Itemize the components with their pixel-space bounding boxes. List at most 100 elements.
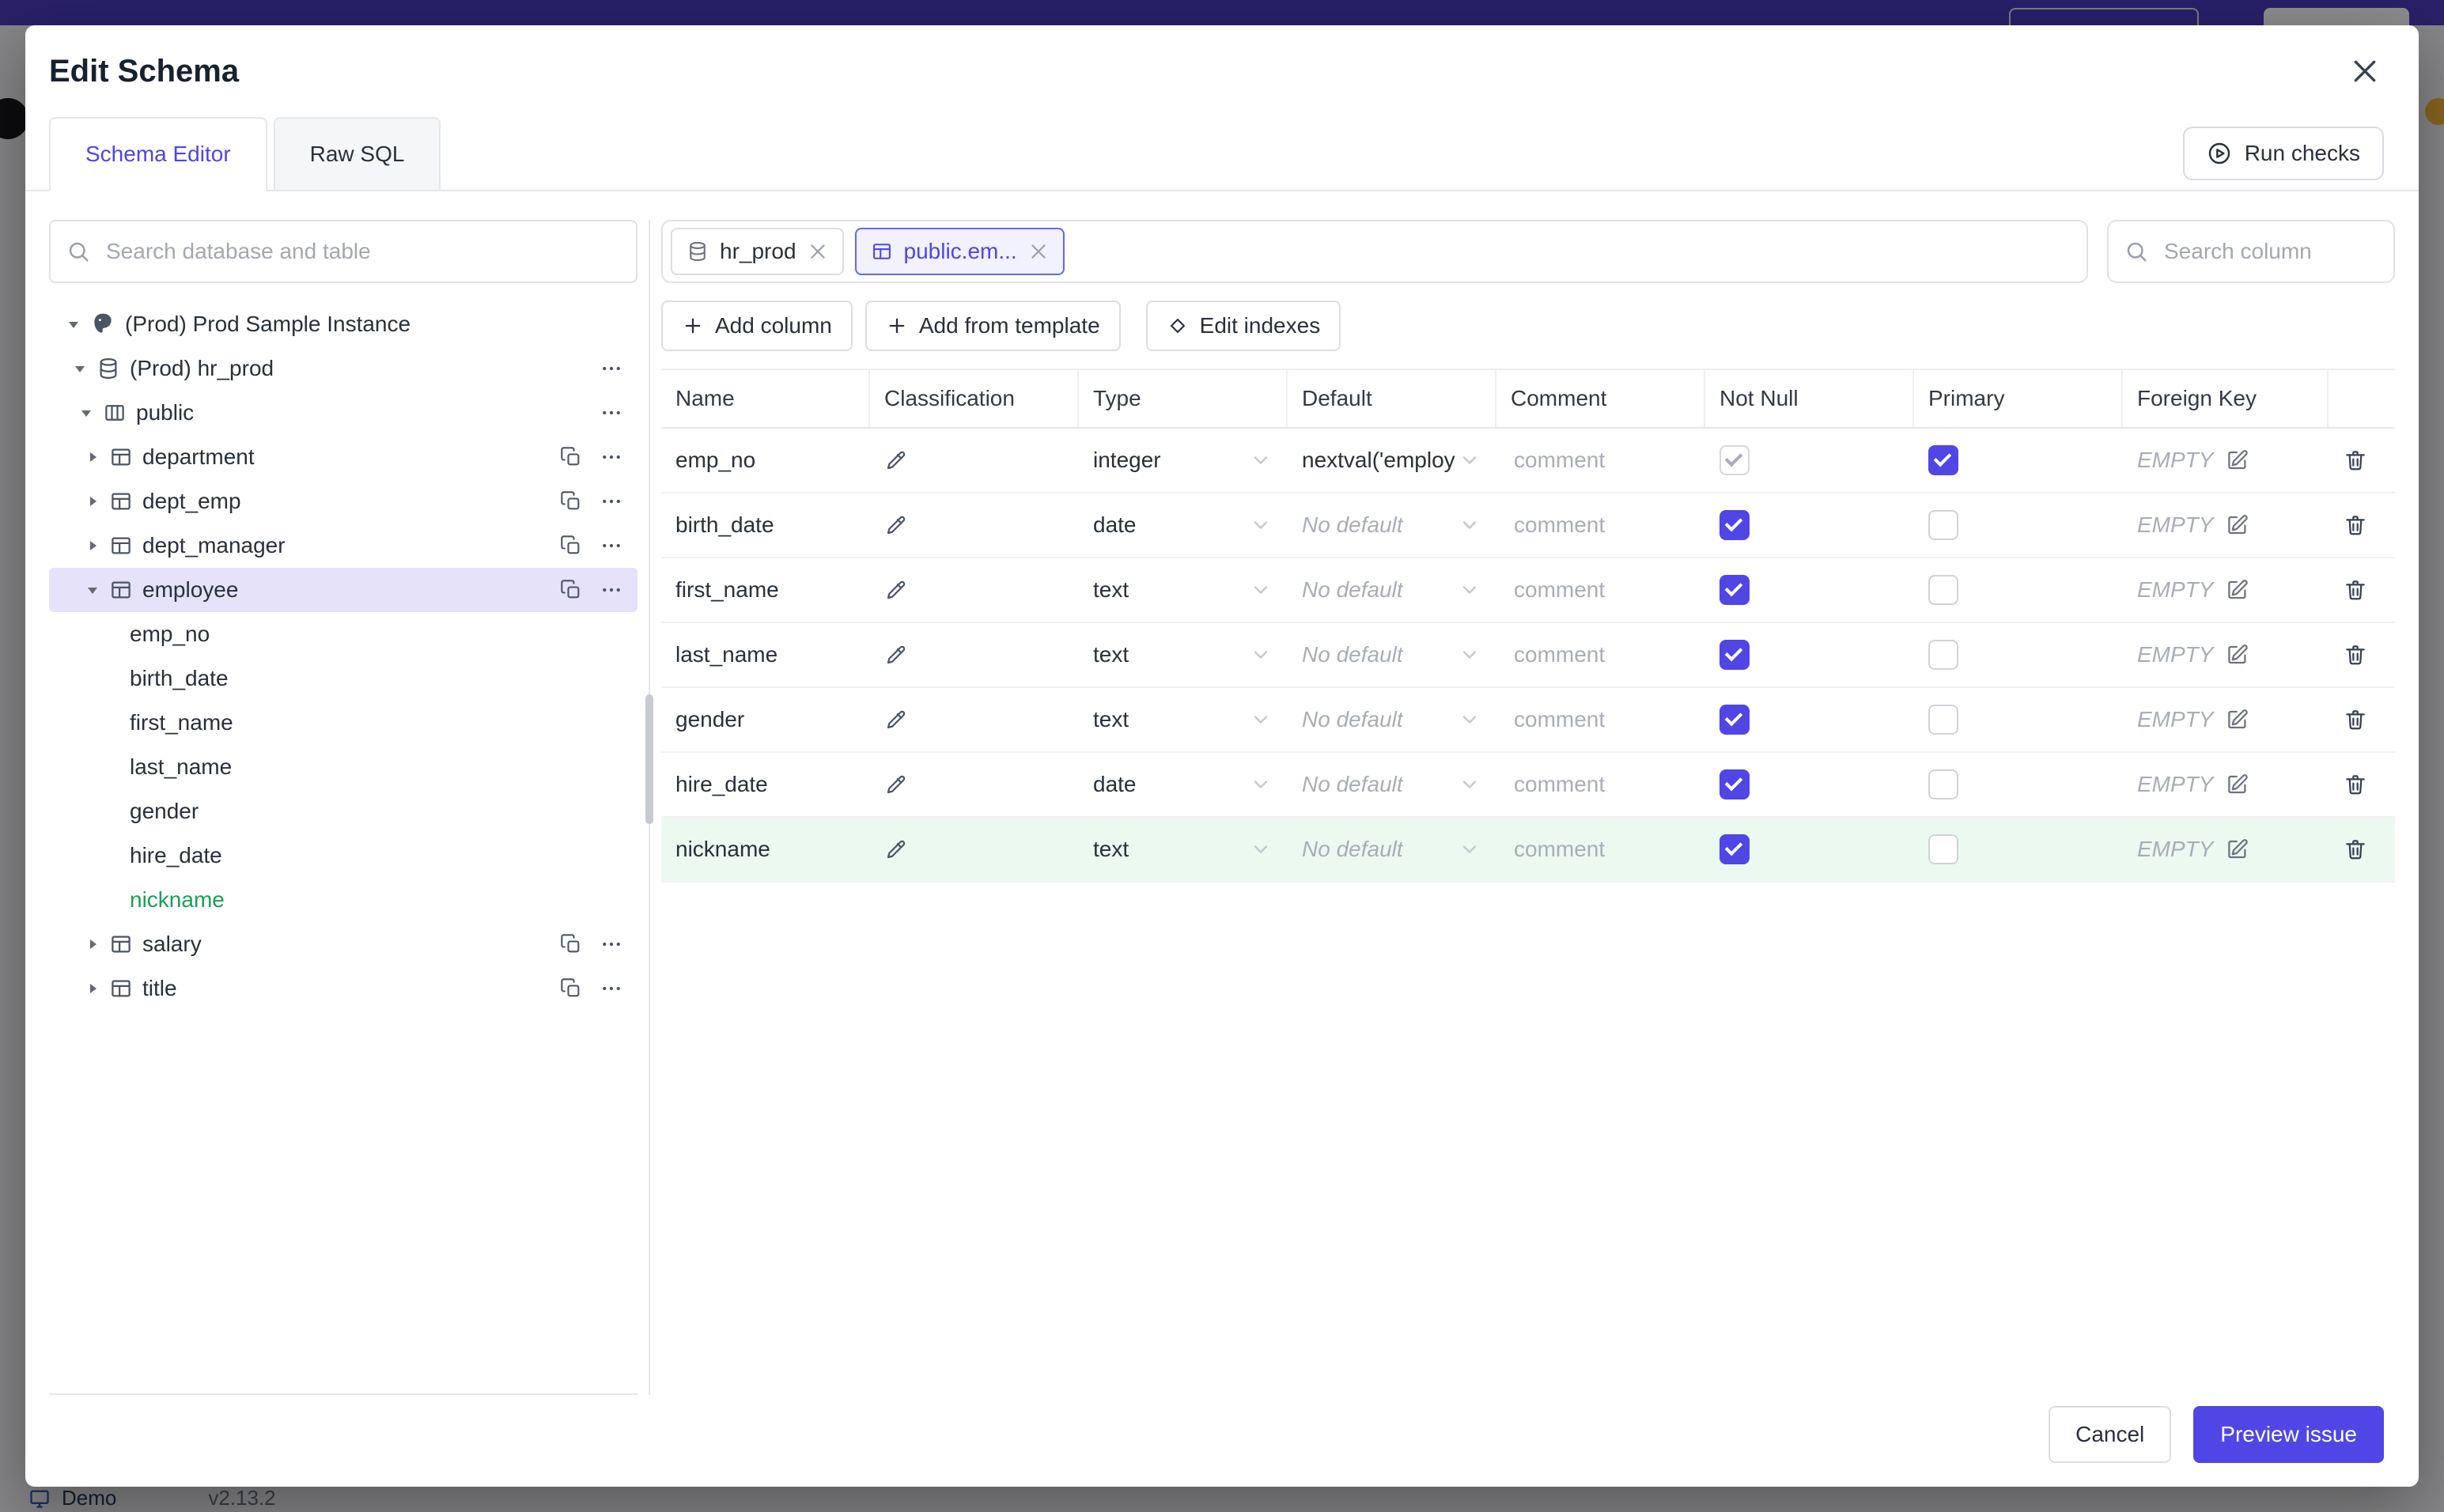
default-select[interactable]: No default (1288, 493, 1496, 557)
more-actions-icon[interactable] (600, 977, 623, 1000)
foreign-key-edit-icon[interactable] (2226, 513, 2249, 537)
copy-icon[interactable] (560, 579, 582, 601)
copy-icon[interactable] (560, 535, 582, 557)
foreign-key-edit-icon[interactable] (2226, 643, 2249, 667)
default-select[interactable]: No default (1288, 623, 1496, 686)
column-name-value[interactable]: birth_date (661, 493, 870, 557)
more-actions-icon[interactable] (600, 932, 623, 956)
comment-input[interactable] (1511, 770, 1705, 799)
caret-right-icon[interactable] (82, 536, 103, 555)
more-actions-icon[interactable] (600, 534, 623, 558)
tree-item-table-department[interactable]: department (49, 435, 637, 479)
foreign-key-edit-icon[interactable] (2226, 448, 2249, 472)
comment-input[interactable] (1511, 705, 1705, 734)
column-name-value[interactable]: nickname (661, 818, 870, 881)
classification-edit-icon[interactable] (884, 578, 908, 602)
comment-input[interactable] (1511, 446, 1705, 474)
caret-down-icon[interactable] (70, 359, 90, 378)
comment-input[interactable] (1511, 576, 1705, 604)
not-null-checkbox[interactable] (1720, 575, 1750, 605)
primary-checkbox[interactable] (1928, 834, 1958, 864)
column-name-value[interactable]: emp_no (661, 429, 870, 492)
classification-edit-icon[interactable] (884, 773, 908, 796)
tree-item-column-nickname[interactable]: nickname (49, 878, 637, 922)
classification-edit-icon[interactable] (884, 513, 908, 537)
delete-column-icon[interactable] (2343, 577, 2368, 603)
more-actions-icon[interactable] (600, 490, 623, 513)
default-select[interactable]: No default (1288, 558, 1496, 622)
primary-checkbox[interactable] (1928, 445, 1958, 475)
tree-search-input[interactable] (103, 237, 620, 266)
classification-edit-icon[interactable] (884, 643, 908, 667)
tree-item-column-last-name[interactable]: last_name (49, 745, 637, 789)
tree-item-table-employee[interactable]: employee (49, 568, 637, 612)
foreign-key-edit-icon[interactable] (2226, 837, 2249, 861)
not-null-checkbox[interactable] (1720, 640, 1750, 670)
tree-item-table-title[interactable]: title (49, 966, 637, 1011)
tree-item-column-hire-date[interactable]: hire_date (49, 833, 637, 878)
preview-issue-button[interactable]: Preview issue (2193, 1406, 2384, 1463)
delete-column-icon[interactable] (2343, 512, 2368, 538)
primary-checkbox[interactable] (1928, 510, 1958, 540)
primary-checkbox[interactable] (1928, 769, 1958, 799)
tree-item-database-hr-prod[interactable]: (Prod) hr_prod (49, 346, 637, 391)
more-actions-icon[interactable] (600, 445, 623, 469)
caret-down-icon[interactable] (76, 403, 96, 422)
delete-column-icon[interactable] (2343, 772, 2368, 797)
tab-raw-sql[interactable]: Raw SQL (273, 117, 441, 191)
type-select[interactable]: date (1079, 493, 1288, 557)
caret-right-icon[interactable] (82, 492, 103, 511)
comment-input[interactable] (1511, 835, 1705, 864)
add-from-template-button[interactable]: Add from template (864, 301, 1121, 351)
caret-right-icon[interactable] (82, 935, 103, 954)
panel-resize-handle[interactable] (645, 694, 653, 824)
cancel-button[interactable]: Cancel (2049, 1406, 2172, 1463)
default-select[interactable]: No default (1288, 818, 1496, 881)
caret-right-icon[interactable] (82, 979, 103, 998)
column-name-value[interactable]: gender (661, 688, 870, 751)
tree-item-schema-public[interactable]: public (49, 391, 637, 435)
type-select[interactable]: text (1079, 688, 1288, 751)
primary-checkbox[interactable] (1928, 640, 1958, 670)
tab-schema-editor[interactable]: Schema Editor (49, 117, 267, 191)
classification-edit-icon[interactable] (884, 448, 908, 472)
more-actions-icon[interactable] (600, 357, 623, 380)
delete-column-icon[interactable] (2343, 642, 2368, 667)
more-actions-icon[interactable] (600, 401, 623, 425)
default-select[interactable]: No default (1288, 688, 1496, 751)
type-select[interactable]: integer (1079, 429, 1288, 492)
tree-item-column-birth-date[interactable]: birth_date (49, 656, 637, 701)
default-select[interactable]: No default (1288, 753, 1496, 816)
comment-input[interactable] (1511, 511, 1705, 539)
run-checks-button[interactable]: Run checks (2182, 127, 2384, 180)
comment-input[interactable] (1511, 641, 1705, 669)
copy-icon[interactable] (560, 446, 582, 468)
caret-down-icon[interactable] (63, 315, 84, 334)
column-name-value[interactable]: last_name (661, 623, 870, 686)
not-null-checkbox[interactable] (1720, 510, 1750, 540)
tree-item-column-first-name[interactable]: first_name (49, 701, 637, 745)
delete-column-icon[interactable] (2343, 837, 2368, 862)
column-name-value[interactable]: first_name (661, 558, 870, 622)
primary-checkbox[interactable] (1928, 705, 1958, 735)
close-icon[interactable] (2343, 49, 2387, 93)
tree-item-column-gender[interactable]: gender (49, 789, 637, 833)
close-chip-icon[interactable] (1028, 241, 1049, 262)
column-search-input[interactable] (2161, 237, 2378, 266)
foreign-key-edit-icon[interactable] (2226, 773, 2249, 796)
copy-icon[interactable] (560, 933, 582, 955)
copy-icon[interactable] (560, 490, 582, 512)
not-null-checkbox[interactable] (1720, 834, 1750, 864)
not-null-checkbox[interactable] (1720, 769, 1750, 799)
more-actions-icon[interactable] (600, 578, 623, 602)
add-column-button[interactable]: Add column (661, 301, 853, 351)
close-chip-icon[interactable] (808, 241, 828, 262)
caret-down-icon[interactable] (82, 580, 103, 599)
classification-edit-icon[interactable] (884, 837, 908, 861)
type-select[interactable]: text (1079, 623, 1288, 686)
chip-table-public-employee[interactable]: public.em... (854, 228, 1065, 275)
column-name-value[interactable]: hire_date (661, 753, 870, 816)
tree-item-table-dept-manager[interactable]: dept_manager (49, 524, 637, 568)
edit-indexes-button[interactable]: Edit indexes (1145, 301, 1341, 351)
chip-database-hr-prod[interactable]: hr_prod (671, 228, 844, 275)
